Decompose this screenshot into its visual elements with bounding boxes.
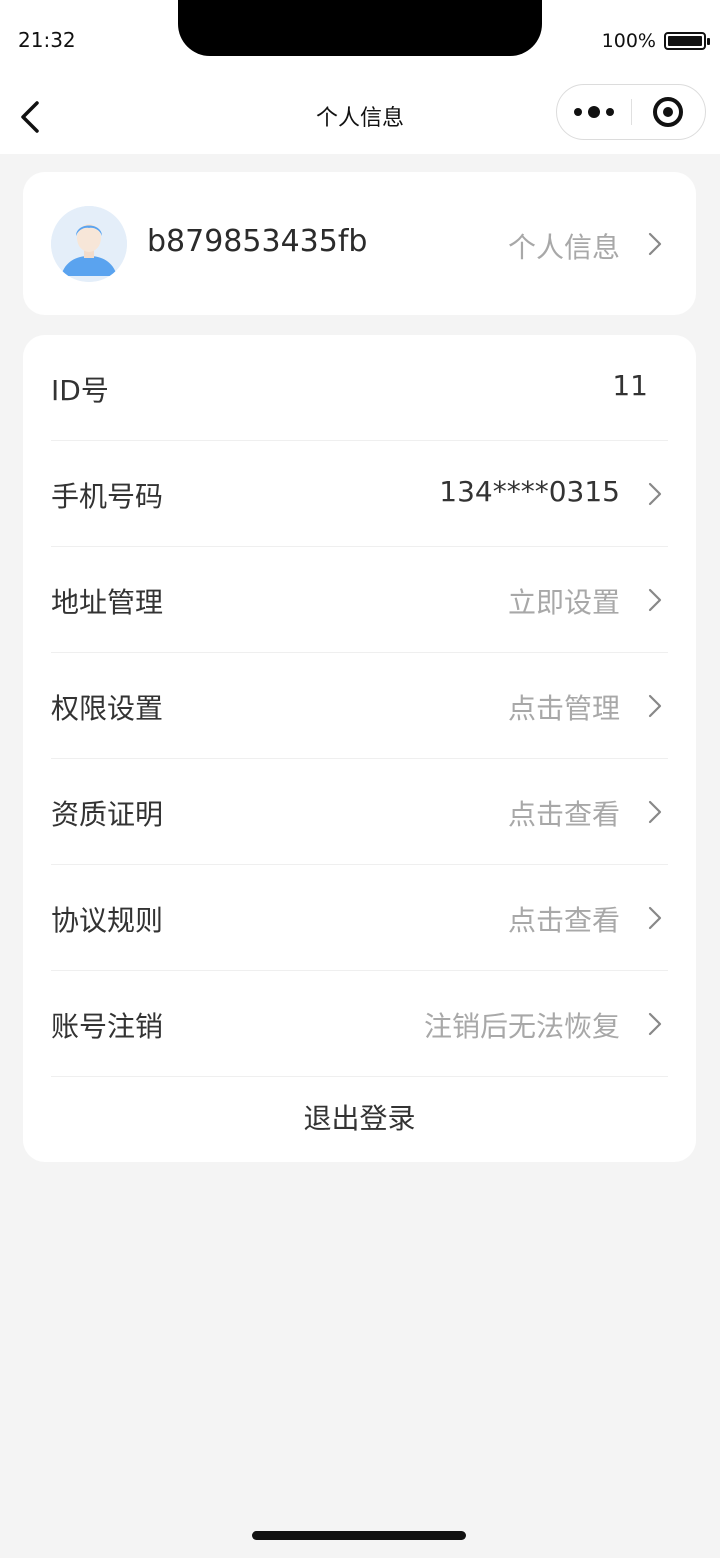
row-permissions[interactable]: 权限设置 点击管理 <box>51 653 668 759</box>
miniprogram-capsule <box>556 84 706 140</box>
battery-percentage: 100% <box>601 30 656 52</box>
chevron-right-icon <box>648 482 662 506</box>
row-label: ID号 <box>51 374 109 407</box>
logout-button[interactable]: 退出登录 <box>23 1075 696 1162</box>
row-label: 权限设置 <box>51 692 164 725</box>
target-circle-icon <box>653 97 684 127</box>
username: b879853435fb <box>147 224 368 259</box>
row-phone[interactable]: 手机号码 134****0315 <box>51 441 668 547</box>
profile-info-link: 个人信息 <box>507 231 620 264</box>
status-time: 21:32 <box>18 28 76 52</box>
row-label: 地址管理 <box>51 586 164 619</box>
chevron-right-icon <box>648 694 662 718</box>
row-value: 点击管理 <box>507 692 620 725</box>
chevron-right-icon <box>648 1012 662 1036</box>
row-label: 账号注销 <box>51 1010 164 1043</box>
chevron-right-icon <box>648 800 662 824</box>
row-qualification[interactable]: 资质证明 点击查看 <box>51 759 668 865</box>
row-value: 立即设置 <box>507 586 620 619</box>
row-label: 资质证明 <box>51 798 164 831</box>
row-value: 134****0315 <box>439 475 620 508</box>
row-agreements[interactable]: 协议规则 点击查看 <box>51 865 668 971</box>
user-avatar-icon <box>51 206 127 282</box>
row-label: 手机号码 <box>51 480 164 513</box>
more-menu-button[interactable] <box>557 85 631 139</box>
home-indicator <box>252 1531 466 1540</box>
battery-icon <box>664 32 710 50</box>
row-id: ID号 11 <box>51 335 668 441</box>
more-dots-icon <box>574 108 582 116</box>
settings-list-card: ID号 11 手机号码 134****0315 地址管理 立即设置 权限设置 点… <box>23 335 696 1162</box>
avatar <box>51 206 127 282</box>
row-label: 协议规则 <box>51 904 164 937</box>
chevron-right-icon <box>648 588 662 612</box>
close-miniprogram-button[interactable] <box>632 85 705 139</box>
chevron-right-icon <box>648 906 662 930</box>
row-address[interactable]: 地址管理 立即设置 <box>51 547 668 653</box>
row-value: 11 <box>612 369 648 402</box>
chevron-right-icon <box>648 232 662 256</box>
row-account-deletion[interactable]: 账号注销 注销后无法恢复 <box>51 971 668 1077</box>
battery-indicator: 100% <box>601 30 710 52</box>
row-value: 点击查看 <box>507 798 620 831</box>
camera-notch <box>178 0 542 56</box>
status-bar: 21:32 100% <box>0 0 720 80</box>
row-value: 注销后无法恢复 <box>423 1010 620 1043</box>
profile-card[interactable]: b879853435fb 个人信息 <box>23 172 696 315</box>
navigation-bar: 个人信息 <box>0 80 720 154</box>
row-value: 点击查看 <box>507 904 620 937</box>
